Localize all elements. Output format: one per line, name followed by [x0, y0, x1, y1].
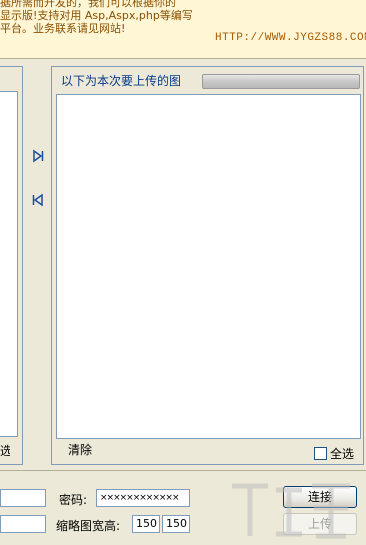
- upload-file-list[interactable]: [56, 94, 361, 439]
- banner-text: 据所需而开发的，我们可以根据你的 显示版!支持对用 Asp,Aspx,php等编…: [0, 0, 236, 35]
- banner-url[interactable]: HTTP://WWW.JYGZS88.COM: [215, 32, 366, 44]
- clear-button[interactable]: 清除: [68, 441, 92, 458]
- select-all-label: 全选: [330, 447, 355, 461]
- thumb-size-label: 缩略图宽高:: [56, 519, 121, 533]
- upload-panel-title: 以下为本次要上传的图: [61, 74, 182, 88]
- skip-left-icon: [32, 193, 43, 207]
- user-field[interactable]: [0, 515, 46, 533]
- move-left-button[interactable]: [31, 193, 45, 207]
- password-label: 密码:: [59, 493, 88, 507]
- banner-line: 据所需而开发的，我们可以根据你的: [0, 0, 176, 9]
- left-file-panel: [0, 66, 23, 465]
- server-field[interactable]: [0, 489, 46, 507]
- left-select-all-label[interactable]: 选: [0, 442, 10, 459]
- move-right-button[interactable]: [31, 149, 45, 163]
- upload-progress-bar: [202, 74, 360, 89]
- upload-panel: 以下为本次要上传的图 清除 全选: [51, 66, 364, 465]
- thumb-height-field[interactable]: 150: [162, 515, 190, 533]
- info-banner: 据所需而开发的，我们可以根据你的 显示版!支持对用 Asp,Aspx,php等编…: [0, 0, 366, 59]
- thumb-width-field[interactable]: 150: [132, 515, 160, 533]
- banner-line: 平台。业务联系请见网站!: [0, 22, 126, 35]
- password-field[interactable]: ××××××××××××: [96, 489, 190, 507]
- upload-button[interactable]: 上传: [283, 513, 357, 535]
- left-file-list[interactable]: [0, 91, 18, 437]
- connect-button[interactable]: 连接: [283, 486, 357, 508]
- select-all-checkbox[interactable]: 全选: [314, 445, 354, 462]
- settings-area: 密码: ×××××××××××× 缩略图宽高: 150 150 连接 上传: [0, 470, 366, 545]
- skip-right-icon: [33, 149, 44, 163]
- banner-line: 显示版!支持对用 Asp,Aspx,php等编写: [0, 9, 193, 22]
- checkbox-box[interactable]: [314, 447, 327, 460]
